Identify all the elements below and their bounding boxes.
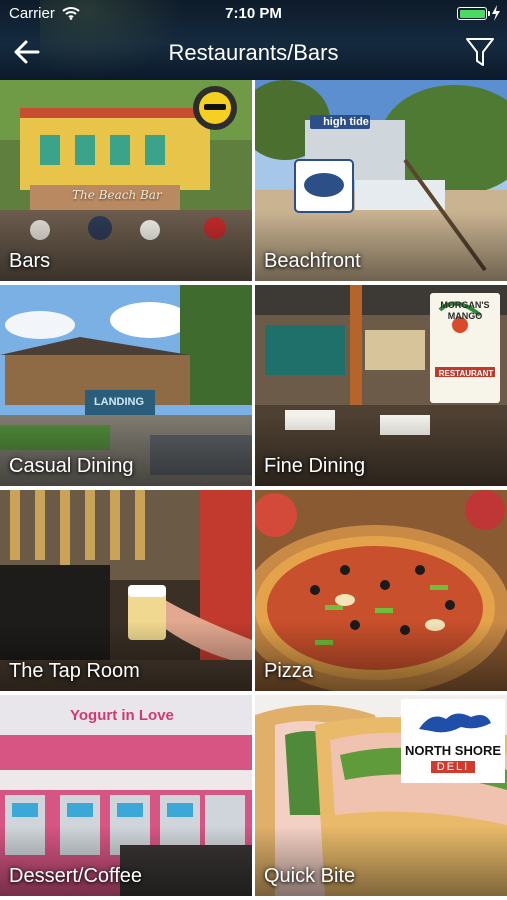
category-label: Casual Dining [9, 455, 134, 477]
status-time: 7:10 PM [225, 5, 282, 22]
filter-icon[interactable] [465, 36, 495, 68]
high-tide-sign: high tide [323, 116, 369, 128]
category-label: Quick Bite [264, 865, 356, 887]
yogurt-in-love-logo: Yogurt in Love [70, 707, 174, 724]
category-label: Pizza [264, 660, 313, 682]
category-label: Dessert/Coffee [9, 865, 143, 887]
morgans-mango-sign: MORGAN'S MANGO [440, 300, 490, 321]
category-label: Beachfront [264, 250, 361, 272]
category-tile-casual-dining[interactable]: Casual Dining [0, 285, 252, 486]
category-tile-bars[interactable]: Bars [0, 80, 252, 281]
island-map-icon [419, 713, 491, 733]
category-tile-dessert-coffee[interactable]: Yogurt in Love Dessert/Coffee [0, 695, 252, 896]
category-tile-quick-bite[interactable]: NORTH SHORE DELI Quick Bite [255, 695, 507, 896]
category-tile-tap-room[interactable]: The Tap Room [0, 490, 252, 691]
category-tile-beachfront[interactable]: Beachfront [255, 80, 507, 281]
beach-bar-sign: The Beach Bar [72, 188, 162, 202]
battery-icon [457, 7, 490, 20]
nav-header: Carrier 7:10 PM Restaurants/Bars [0, 0, 507, 80]
category-label: Fine Dining [264, 455, 366, 477]
north-shore-deli-logo: NORTH SHORE DELI [401, 699, 505, 783]
category-tile-pizza[interactable]: Pizza [255, 490, 507, 691]
category-label: Bars [9, 250, 51, 272]
morgans-mango-subsign: RESTAURANT [438, 369, 494, 378]
charging-icon [492, 5, 500, 21]
category-label: The Tap Room [9, 660, 140, 682]
status-bar: Carrier 7:10 PM [0, 0, 507, 28]
page-title: Restaurants/Bars [168, 40, 339, 65]
landing-sign: LANDING [93, 396, 145, 408]
